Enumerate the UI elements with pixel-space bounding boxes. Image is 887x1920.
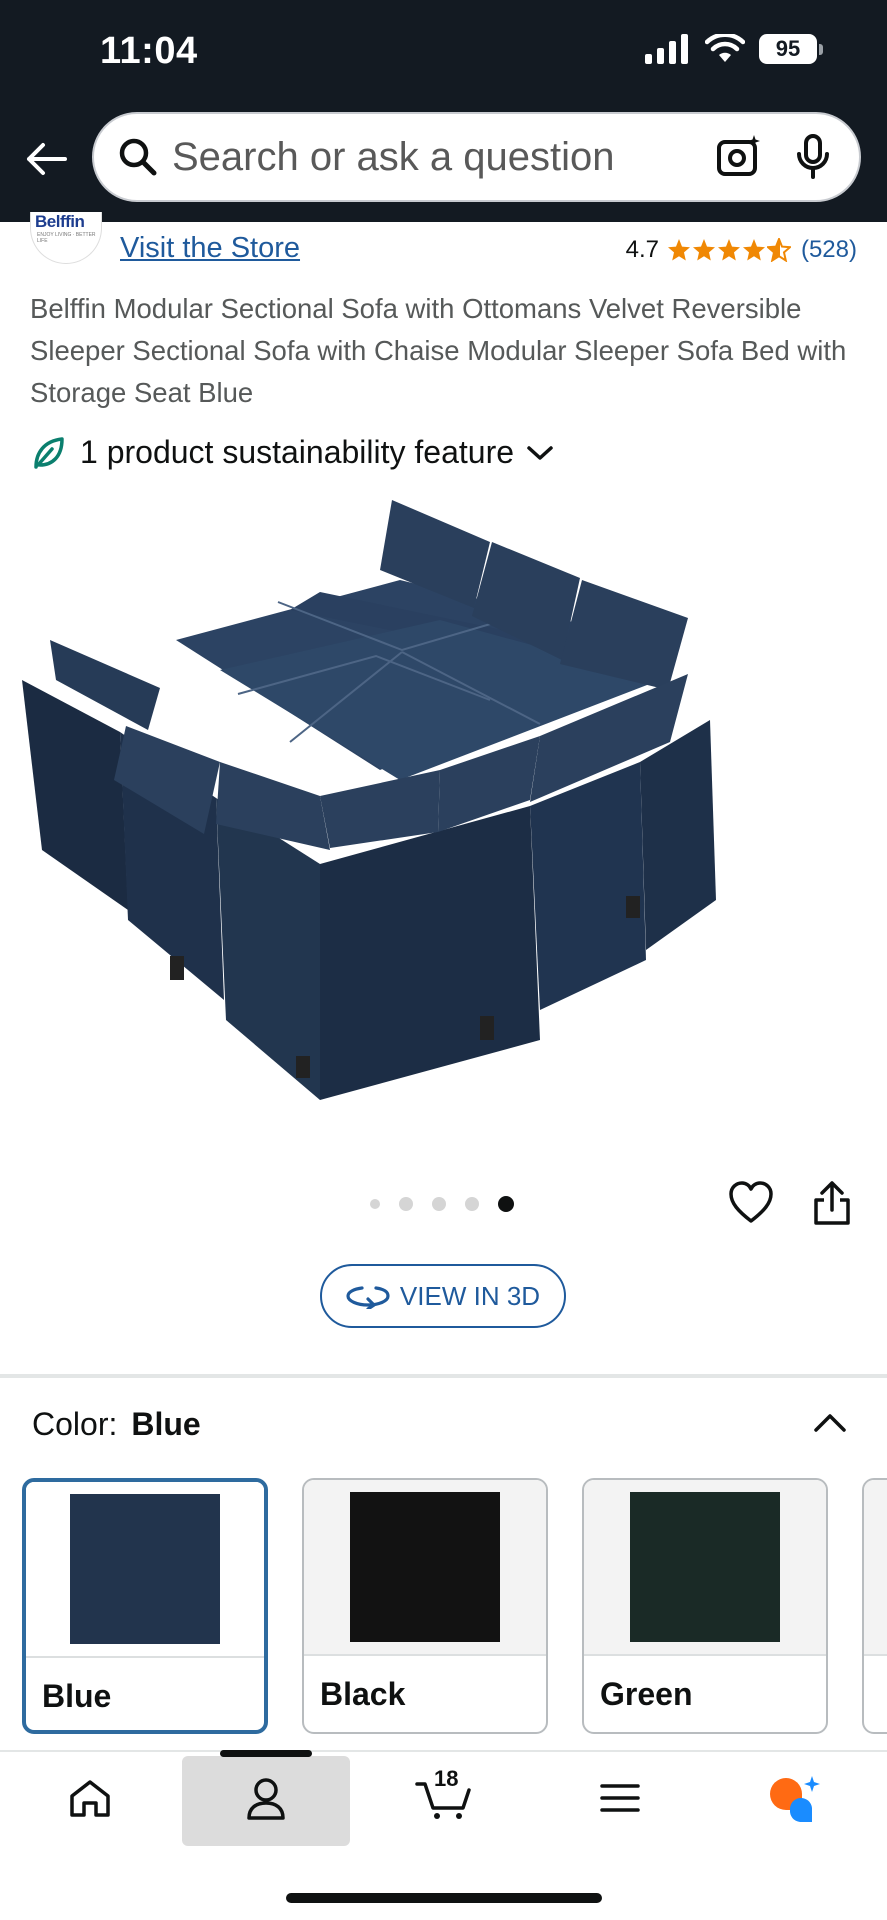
- color-selector-label: Color: Blue: [32, 1406, 201, 1443]
- wifi-icon: [705, 34, 745, 62]
- color-label: Color:: [32, 1406, 118, 1442]
- pagination-dot-active[interactable]: [498, 1196, 514, 1212]
- color-swatch-green: [630, 1492, 780, 1642]
- star-icon: [692, 239, 715, 261]
- menu-icon: [600, 1784, 640, 1812]
- rating-count[interactable]: (528): [801, 236, 857, 264]
- half-star-icon: [766, 238, 791, 262]
- sustainability-text: 1 product sustainability feature: [80, 434, 515, 470]
- swatch-image-area: [864, 1480, 887, 1656]
- nav-home[interactable]: [50, 1752, 130, 1844]
- battery-tip: [819, 43, 823, 55]
- pagination-dot[interactable]: [399, 1197, 413, 1211]
- visit-store-link[interactable]: Visit the Store: [120, 232, 300, 265]
- color-option-green[interactable]: Green: [582, 1478, 828, 1734]
- color-swatch-black: [350, 1492, 500, 1642]
- battery-level: 95: [759, 34, 817, 64]
- store-logo-subtext: ENJOY LIVING · BETTER LIFE: [37, 232, 96, 244]
- microphone-icon[interactable]: [793, 133, 833, 181]
- star-icon: [742, 239, 765, 261]
- store-logo[interactable]: Belffin ENJOY LIVING · BETTER LIFE: [30, 212, 102, 264]
- status-time: 11:04: [100, 30, 198, 72]
- account-icon: [247, 1778, 285, 1820]
- back-arrow-icon: [27, 143, 67, 175]
- nav-rufus[interactable]: [752, 1752, 836, 1844]
- color-option-label: Black: [320, 1676, 406, 1712]
- camera-search-icon[interactable]: [715, 133, 763, 181]
- color-swatch-blue: [70, 1494, 220, 1644]
- search-bar[interactable]: [92, 112, 861, 202]
- product-title: Belffin Modular Sectional Sofa with Otto…: [30, 293, 847, 408]
- sustainability-feature[interactable]: 1 product sustainability feature: [30, 434, 554, 471]
- top-header: 11:04 95: [0, 0, 887, 222]
- swatch-image-area: [304, 1480, 546, 1656]
- product-image[interactable]: [20, 480, 870, 1100]
- color-option-blue[interactable]: Blue: [22, 1478, 268, 1734]
- battery-indicator: 95: [759, 34, 823, 64]
- chevron-up-icon[interactable]: [810, 1402, 850, 1442]
- color-option-label: Blue: [42, 1678, 112, 1714]
- heart-icon[interactable]: [728, 1180, 774, 1226]
- cellular-signal-icon: [645, 34, 688, 64]
- view-in-3d-label: VIEW IN 3D: [399, 1280, 541, 1311]
- star-rating: [667, 238, 791, 262]
- color-option-more[interactable]: [862, 1478, 887, 1734]
- section-divider: [0, 1374, 887, 1378]
- swatch-image-area: [584, 1480, 826, 1656]
- image-pagination[interactable]: [370, 1196, 514, 1212]
- star-icon: [717, 239, 740, 261]
- rating-value: 4.7: [625, 236, 659, 263]
- star-icon: [667, 239, 690, 261]
- view-in-3d-button[interactable]: VIEW IN 3D: [320, 1264, 566, 1328]
- color-option-label: Green: [600, 1676, 693, 1712]
- pagination-dot[interactable]: [432, 1197, 446, 1211]
- rotate-3d-icon: [346, 1286, 390, 1309]
- leaf-icon: [34, 436, 64, 469]
- chevron-down-icon: [527, 445, 553, 460]
- rating-summary[interactable]: 4.7 (528): [626, 236, 857, 264]
- share-icon[interactable]: [812, 1180, 852, 1226]
- cart-count-badge: 18: [434, 1766, 459, 1791]
- swatch-image-area: [26, 1482, 264, 1658]
- rufus-icon: [770, 1776, 820, 1822]
- back-button[interactable]: [22, 135, 70, 183]
- store-logo-text: Belffin: [35, 212, 85, 231]
- home-indicator: [286, 1893, 602, 1903]
- search-icon: [116, 135, 160, 179]
- pagination-dot[interactable]: [465, 1197, 479, 1211]
- status-icons: 95: [645, 34, 823, 64]
- nav-menu[interactable]: [580, 1752, 660, 1844]
- search-input[interactable]: [172, 134, 715, 180]
- color-option-black[interactable]: Black: [302, 1478, 548, 1734]
- selected-color: Blue: [131, 1406, 201, 1442]
- pagination-dot[interactable]: [370, 1199, 380, 1209]
- home-icon: [70, 1780, 110, 1817]
- nav-account[interactable]: [224, 1752, 308, 1844]
